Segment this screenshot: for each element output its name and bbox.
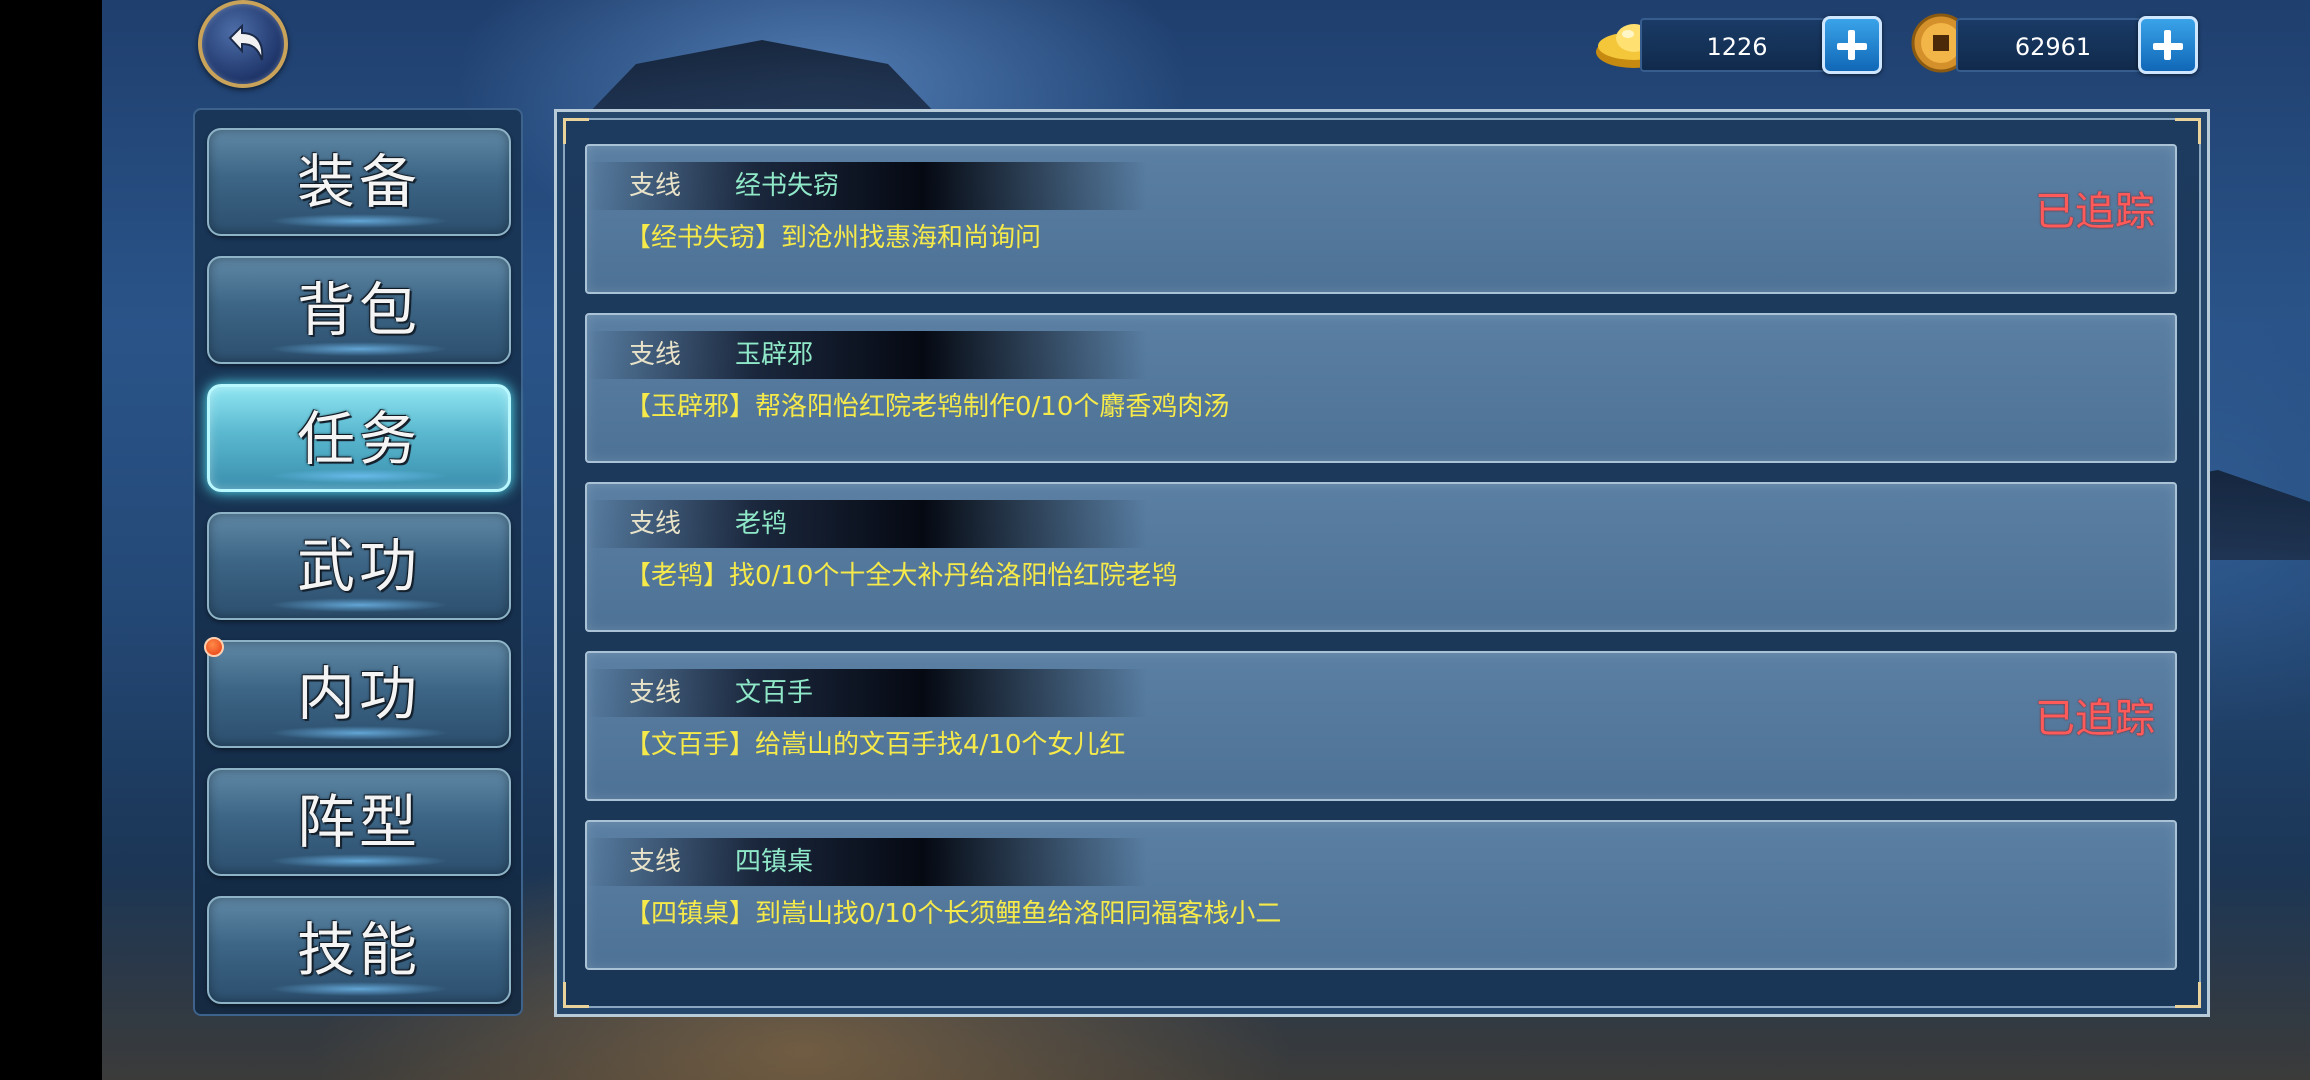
quest-tracked-status: 已追踪 xyxy=(2035,696,2155,742)
quest-name: 经书失窃 xyxy=(735,171,840,201)
notification-dot xyxy=(204,637,224,657)
quest-item[interactable]: 支线 老鸨 【老鸨】找0/10个十全大补丹给洛阳怡红院老鸨 xyxy=(585,482,2177,632)
sidebar-menu: 装备 背包 任务 武功 内功 阵型 技能 xyxy=(193,108,523,1016)
quest-type: 支线 xyxy=(629,847,682,877)
quest-description: 【经书失窃】到沧州找惠海和尚询问 xyxy=(625,223,1042,253)
quest-description: 【玉辟邪】帮洛阳怡红院老鸨制作0/10个麝香鸡肉汤 xyxy=(625,392,1230,422)
quest-item[interactable]: 支线 玉辟邪 【玉辟邪】帮洛阳怡红院老鸨制作0/10个麝香鸡肉汤 xyxy=(585,313,2177,463)
coin-currency-bar: 62961 xyxy=(1956,18,2146,72)
quest-list: 支线 经书失窃 【经书失窃】到沧州找惠海和尚询问 已追踪 支线 玉辟邪 【玉辟邪… xyxy=(585,144,2177,989)
quest-item[interactable]: 支线 文百手 【文百手】给嵩山的文百手找4/10个女儿红 已追踪 xyxy=(585,651,2177,801)
panel-corner-ornament xyxy=(2175,982,2201,1008)
quest-type: 支线 xyxy=(629,678,682,708)
tab-inner-power[interactable]: 内功 xyxy=(207,640,511,748)
back-arrow-icon xyxy=(228,23,264,61)
quest-item[interactable]: 支线 四镇桌 【四镇桌】到嵩山找0/10个长须鲤鱼给洛阳同福客栈小二 xyxy=(585,820,2177,970)
tab-formation[interactable]: 阵型 xyxy=(207,768,511,876)
tab-martial-arts[interactable]: 武功 xyxy=(207,512,511,620)
tab-quests[interactable]: 任务 xyxy=(207,384,511,492)
quest-type: 支线 xyxy=(629,509,682,539)
ingot-amount: 1226 xyxy=(1706,33,1768,61)
background-pavilion-roof xyxy=(582,40,942,120)
tab-backpack[interactable]: 背包 xyxy=(207,256,511,364)
quest-name: 四镇桌 xyxy=(735,847,814,877)
quest-description: 【四镇桌】到嵩山找0/10个长须鲤鱼给洛阳同福客栈小二 xyxy=(625,899,1282,929)
tab-skills[interactable]: 技能 xyxy=(207,896,511,1004)
quest-panel: 支线 经书失窃 【经书失窃】到沧州找惠海和尚询问 已追踪 支线 玉辟邪 【玉辟邪… xyxy=(554,109,2210,1017)
quest-item[interactable]: 支线 经书失窃 【经书失窃】到沧州找惠海和尚询问 已追踪 xyxy=(585,144,2177,294)
quest-type: 支线 xyxy=(629,171,682,201)
back-button[interactable] xyxy=(198,0,288,88)
add-coin-button[interactable] xyxy=(2138,16,2198,74)
coin-amount: 62961 xyxy=(2014,33,2092,61)
quest-tracked-status: 已追踪 xyxy=(2035,189,2155,235)
tab-equipment[interactable]: 装备 xyxy=(207,128,511,236)
quest-type: 支线 xyxy=(629,340,682,370)
quest-name: 文百手 xyxy=(735,678,814,708)
quest-name: 玉辟邪 xyxy=(735,340,814,370)
panel-corner-ornament xyxy=(563,118,589,144)
quest-description: 【老鸨】找0/10个十全大补丹给洛阳怡红院老鸨 xyxy=(625,561,1178,591)
ingot-currency-bar: 1226 xyxy=(1640,18,1830,72)
panel-corner-ornament xyxy=(2175,118,2201,144)
add-ingot-button[interactable] xyxy=(1822,16,1882,74)
quest-description: 【文百手】给嵩山的文百手找4/10个女儿红 xyxy=(625,730,1126,760)
quest-name: 老鸨 xyxy=(735,509,788,539)
